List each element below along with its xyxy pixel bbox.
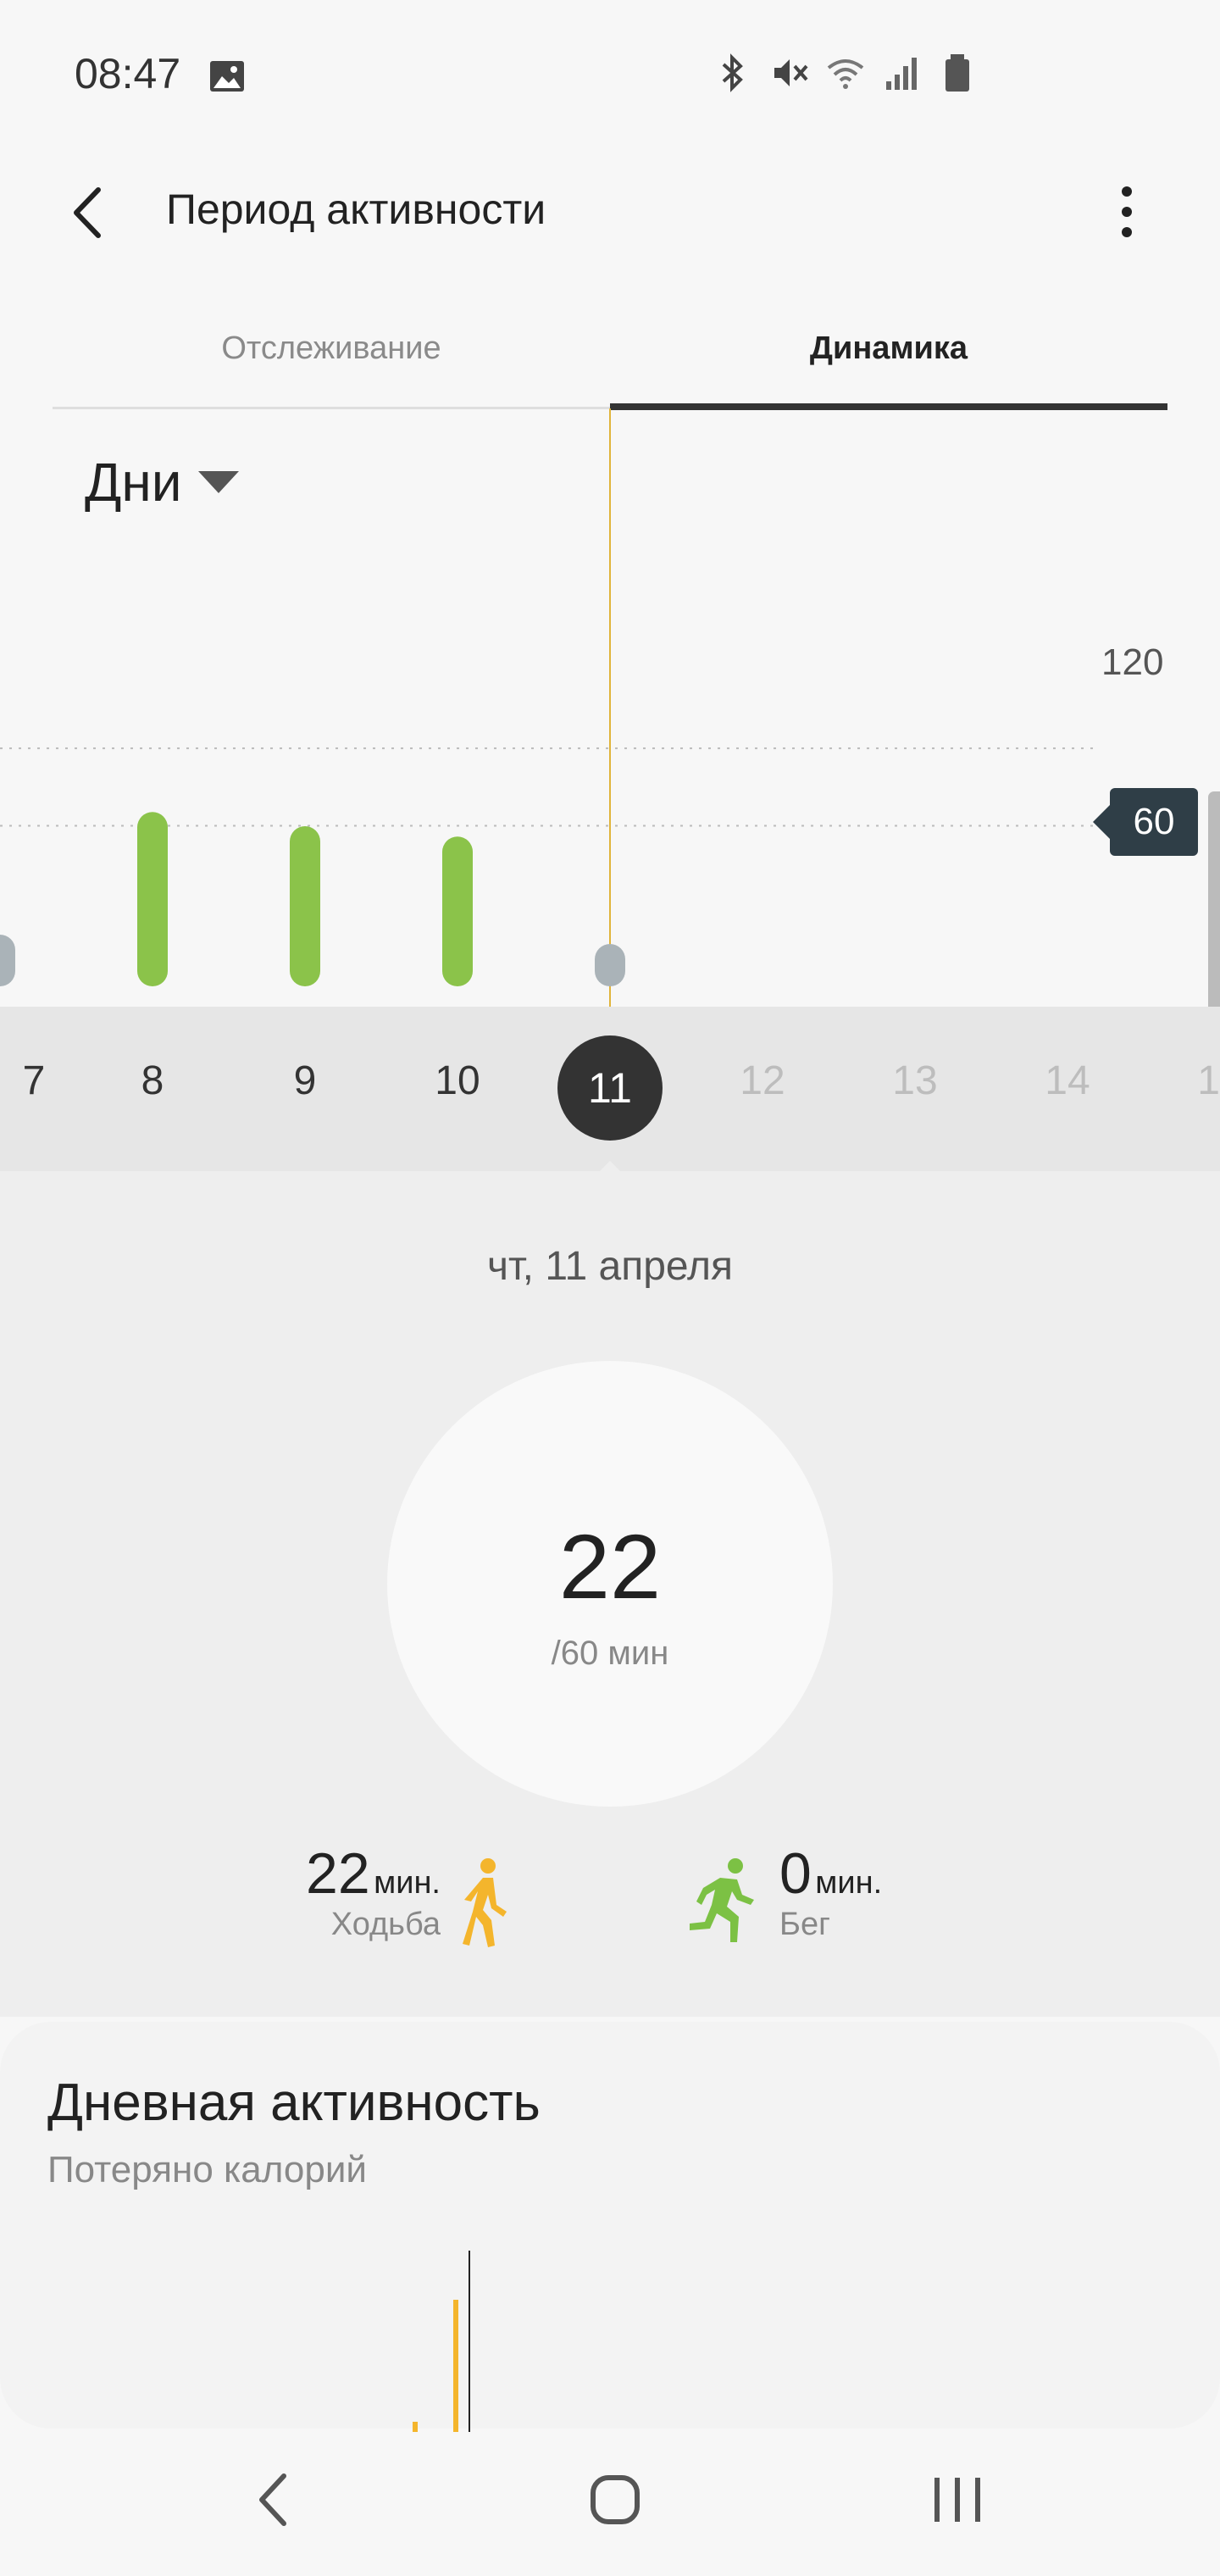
walking-label: Ходьба [330, 1907, 441, 1942]
date-item[interactable]: 7 [0, 1058, 85, 1104]
tab-dynamics[interactable]: Динамика [610, 330, 1167, 367]
chart-bar [0, 935, 15, 986]
chart-bar [595, 944, 625, 986]
daily-activity-title: Дневная активность [47, 2074, 541, 2132]
activity-circle: 22 /60 мин [387, 1361, 833, 1807]
activity-chart: Дни 120 60 [0, 408, 1220, 1279]
wifi-icon [827, 59, 864, 89]
running-label: Бег [779, 1907, 830, 1942]
activity-value: 22 [558, 1515, 662, 1618]
chart-bar [290, 826, 320, 986]
goal-badge: 60 [1093, 788, 1198, 856]
walking-value: 22 [306, 1841, 370, 1906]
period-label: Дни [85, 452, 182, 513]
y-tick-label: 120 [1101, 641, 1164, 683]
recent-apps-icon[interactable] [923, 2466, 991, 2534]
date-item[interactable]: 10 [407, 1058, 508, 1104]
chart-bar [442, 836, 473, 986]
home-icon[interactable] [581, 2466, 649, 2534]
date-item[interactable]: 9 [254, 1058, 356, 1104]
date-item-selected[interactable]: 11 [557, 1035, 663, 1141]
page-title: Период активности [166, 186, 546, 233]
running-value: 0 [779, 1841, 812, 1906]
date-item: 15 [1197, 1058, 1220, 1103]
summary-date: чт, 11 апреля [487, 1244, 733, 1289]
walking-unit: мин. [374, 1865, 441, 1901]
image-icon [210, 61, 244, 92]
bluetooth-icon [722, 53, 743, 92]
date-strip[interactable]: 78 9 10 11 12 13 14 15 [0, 1007, 1220, 1171]
date-item[interactable]: 8 [102, 1058, 203, 1104]
running-stat: 0 мин. Бег [686, 1840, 991, 1959]
day-summary: чт, 11 апреля 22 /60 мин 22 мин. Ходьба … [0, 1171, 1220, 2017]
running-unit: мин. [815, 1865, 883, 1901]
walking-stat: 22 мин. Ходьба [254, 1840, 542, 1959]
dropdown-arrow-icon [198, 471, 240, 493]
status-time: 08:47 [75, 50, 181, 97]
navigation-bar [0, 2432, 1220, 2576]
tab-bar: Отслеживание Динамика [53, 314, 1167, 410]
tab-tracking[interactable]: Отслеживание [53, 330, 610, 367]
signal-icon [886, 58, 917, 90]
chart-bar [137, 812, 168, 986]
activity-goal: /60 мин [551, 1635, 669, 1672]
nav-back-icon[interactable] [241, 2466, 309, 2534]
more-vert-icon[interactable] [1101, 178, 1152, 246]
period-dropdown[interactable]: Дни [85, 451, 240, 514]
status-bar: 08:47 [0, 0, 1220, 153]
daily-activity-subtitle: Потеряно калорий [47, 2149, 368, 2190]
date-item: 12 [740, 1058, 785, 1103]
daily-activity-card[interactable]: Дневная активность Потеряно калорий [0, 2022, 1220, 2437]
date-item: 14 [1045, 1058, 1090, 1103]
walking-icon [463, 1858, 507, 1947]
calorie-mini-chart [413, 2251, 470, 2437]
back-arrow-icon[interactable] [59, 183, 119, 242]
date-item: 13 [892, 1058, 938, 1103]
mute-icon [774, 59, 808, 86]
app-bar: Период активности [0, 153, 1220, 271]
running-icon [690, 1858, 754, 1942]
battery-icon [946, 54, 969, 92]
